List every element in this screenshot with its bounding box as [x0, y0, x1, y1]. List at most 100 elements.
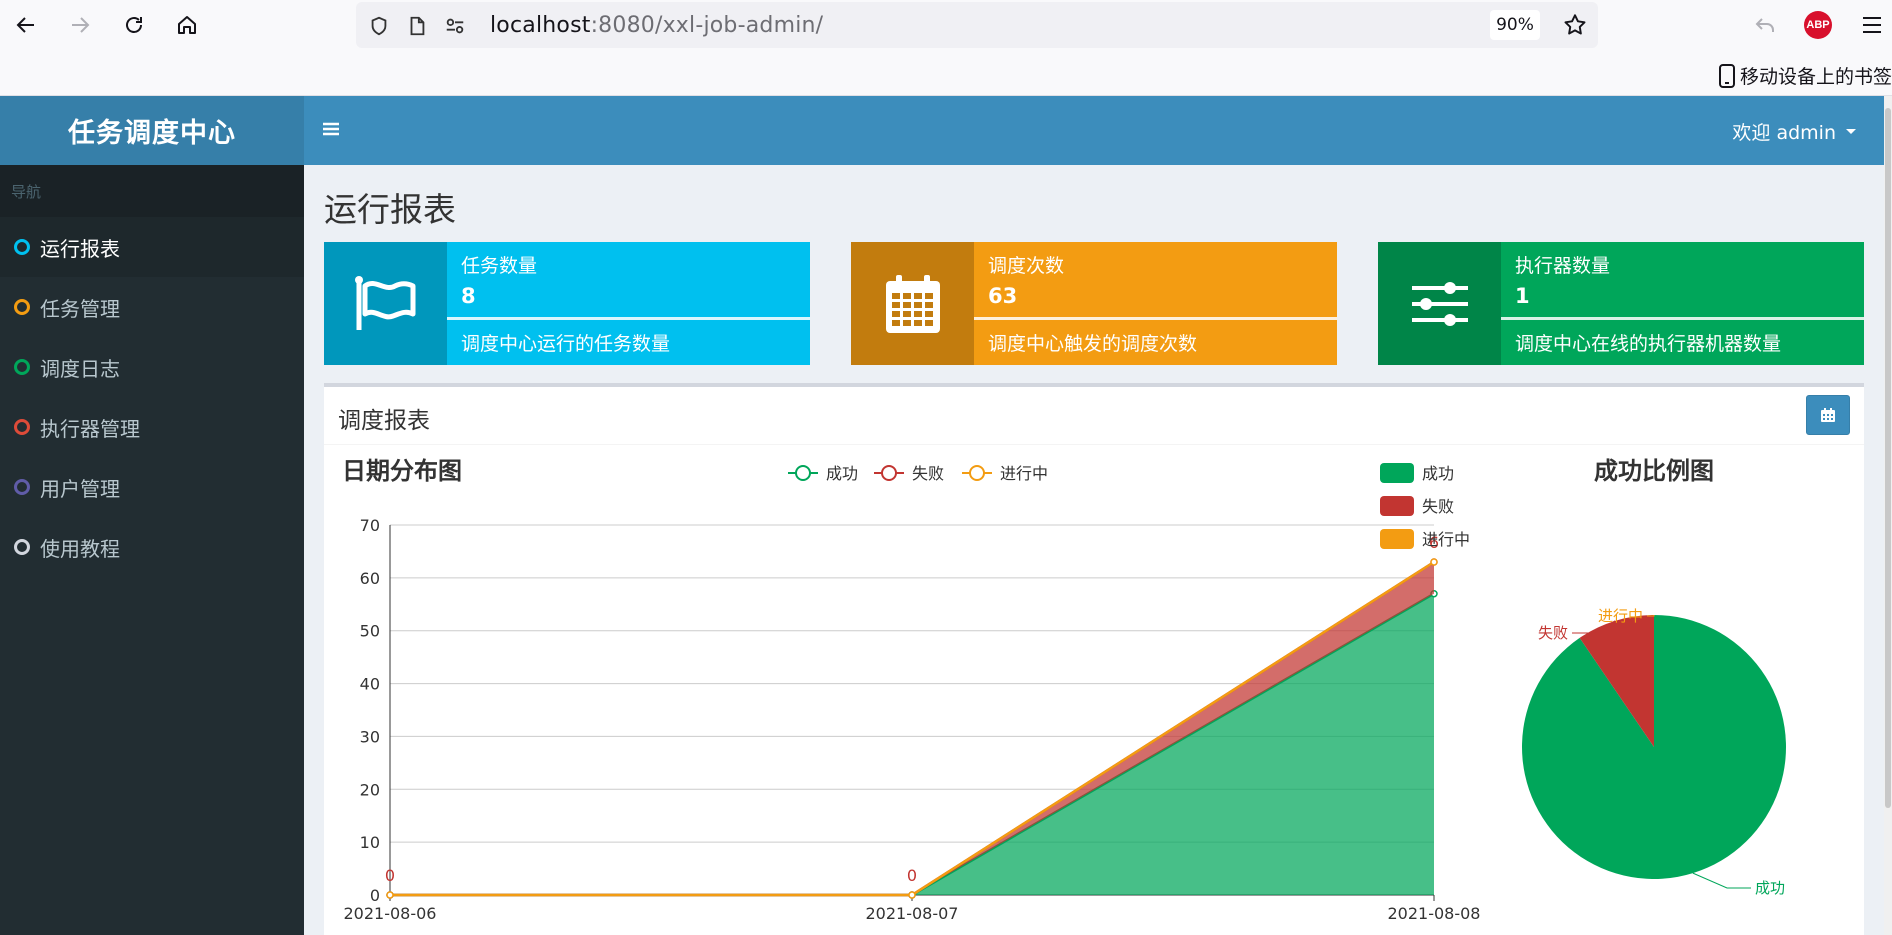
pie-legend-swatch [1380, 463, 1414, 483]
legend-marker [969, 465, 985, 481]
circle-icon [14, 479, 30, 495]
info-description: 调度中心触发的调度次数 [988, 333, 1198, 355]
report-box-header: 调度报表 [324, 387, 1864, 445]
y-tick-label: 70 [360, 516, 380, 535]
mobile-bookmarks[interactable]: 移动设备上的书签 [1718, 62, 1892, 89]
sidebar-menu: 运行报表任务管理调度日志执行器管理用户管理使用教程 [0, 217, 304, 577]
y-tick-label: 10 [360, 833, 380, 852]
page-scrollbar[interactable] [1884, 96, 1892, 935]
progress-bar [1501, 317, 1864, 320]
menu-button[interactable] [1855, 10, 1889, 40]
url-bar[interactable]: localhost:8080/xxl-job-admin/ 90% [356, 2, 1598, 48]
circle-icon [14, 239, 30, 255]
x-tick-label: 2021-08-06 [344, 904, 437, 923]
sidebar-item-label: 任务管理 [40, 296, 120, 321]
info-label: 任务数量 [461, 255, 538, 277]
pie-legend-label: 成功 [1422, 464, 1454, 483]
adblock-extension-button[interactable]: ABP [1801, 10, 1835, 40]
undo-extension-button[interactable] [1748, 10, 1782, 40]
x-tick-label: 2021-08-07 [866, 904, 959, 923]
caret-down-icon [1846, 129, 1856, 134]
sidebar-item-label: 运行报表 [40, 236, 120, 261]
page-title: 运行报表 [324, 190, 456, 229]
y-tick-label: 30 [360, 727, 380, 746]
date-chart-title: 日期分布图 [342, 457, 462, 485]
sidebar-item-0[interactable]: 运行报表 [0, 217, 304, 277]
permissions-icon[interactable] [444, 15, 466, 37]
url-text[interactable]: localhost:8080/xxl-job-admin/ [490, 13, 823, 38]
user-menu[interactable]: 欢迎 admin [1732, 118, 1856, 145]
pie-legend-swatch [1380, 529, 1414, 549]
calendar-small-icon [1821, 408, 1835, 422]
pie-label-line [1692, 872, 1751, 889]
mobile-bookmarks-label: 移动设备上的书签 [1739, 66, 1892, 88]
back-button[interactable] [9, 9, 43, 41]
reload-button[interactable] [117, 9, 151, 41]
sidebar-item-2[interactable]: 调度日志 [0, 337, 304, 397]
sidebar-item-label: 用户管理 [40, 476, 120, 501]
abp-icon: ABP [1804, 11, 1832, 39]
welcome-text: 欢迎 admin [1732, 122, 1836, 144]
sidebar-toggle-button[interactable] [322, 118, 348, 140]
area-0 [390, 593, 1434, 895]
report-box: 调度报表 日期分布图 0 10 20 30 40 50 60 70 2021-08-06 2021-… [324, 383, 1864, 935]
circle-icon [14, 539, 30, 555]
info-box-body: 执行器数量 1 调度中心在线的执行器机器数量 [1501, 242, 1864, 365]
pie-slice-label: 进行中 [1598, 607, 1643, 625]
scrollbar-thumb[interactable] [1885, 108, 1891, 808]
y-tick-label: 0 [370, 886, 380, 905]
home-button[interactable] [170, 9, 204, 41]
pie-legend-label: 失败 [1422, 497, 1454, 516]
x-tick-label: 2021-08-08 [1388, 904, 1481, 923]
sidebar-item-3[interactable]: 执行器管理 [0, 397, 304, 457]
sidebar-item-1[interactable]: 任务管理 [0, 277, 304, 337]
bookmark-bar: 移动设备上的书签 [0, 50, 1892, 96]
sidebar: 导航 运行报表任务管理调度日志执行器管理用户管理使用教程 [0, 165, 304, 935]
main-content: 运行报表 任务数量 8 调度中心运行的任务数量 调度次数 63 调度中心触发的调… [304, 165, 1884, 935]
y-tick-label: 60 [360, 569, 380, 588]
info-number: 63 [988, 284, 1018, 308]
legend-label: 失败 [912, 464, 944, 483]
data-label: 0 [385, 866, 395, 885]
info-box-trigger-count: 调度次数 63 调度中心触发的调度次数 [851, 242, 1337, 365]
arrow-left-icon [16, 17, 34, 33]
page-icon[interactable] [406, 15, 428, 37]
zoom-badge[interactable]: 90% [1490, 10, 1540, 40]
data-label: 0 [907, 866, 917, 885]
calendar-icon [851, 242, 974, 365]
legend-marker [881, 465, 897, 481]
sidebar-item-4[interactable]: 用户管理 [0, 457, 304, 517]
sidebar-item-5[interactable]: 使用教程 [0, 517, 304, 577]
info-box-body: 任务数量 8 调度中心运行的任务数量 [447, 242, 810, 365]
shield-icon[interactable] [368, 15, 390, 37]
info-label: 执行器数量 [1515, 255, 1611, 277]
browser-toolbar: localhost:8080/xxl-job-admin/ 90% ABP [0, 0, 1892, 50]
sidebar-item-label: 执行器管理 [40, 416, 140, 441]
y-tick-label: 40 [360, 675, 380, 694]
data-point [908, 891, 916, 899]
sidebar-header: 导航 [0, 165, 304, 217]
progress-bar [447, 317, 810, 320]
info-box-body: 调度次数 63 调度中心触发的调度次数 [974, 242, 1337, 365]
arrow-right-icon [72, 17, 90, 33]
info-description: 调度中心在线的执行器机器数量 [1515, 333, 1782, 355]
hamburger-menu-icon [1863, 17, 1881, 33]
mobile-device-icon [1718, 63, 1735, 88]
pie-slice-label: 成功 [1755, 879, 1785, 897]
circle-icon [14, 419, 30, 435]
y-tick-label: 20 [360, 780, 380, 799]
data-point [386, 891, 394, 899]
forward-button[interactable] [63, 9, 97, 41]
date-range-button[interactable] [1806, 395, 1850, 435]
undo-icon [1755, 18, 1774, 32]
bookmark-star-icon[interactable] [1562, 12, 1588, 38]
legend-label: 进行中 [1000, 464, 1048, 483]
circle-icon [14, 359, 30, 375]
sidebar-item-label: 调度日志 [40, 356, 120, 381]
pie-chart-title: 成功比例图 [1594, 457, 1714, 485]
logo[interactable]: 任务调度中心 [0, 96, 304, 165]
legend-label: 成功 [826, 464, 858, 483]
home-icon [178, 16, 196, 34]
data-point [1430, 558, 1438, 566]
info-box-task-count: 任务数量 8 调度中心运行的任务数量 [324, 242, 810, 365]
